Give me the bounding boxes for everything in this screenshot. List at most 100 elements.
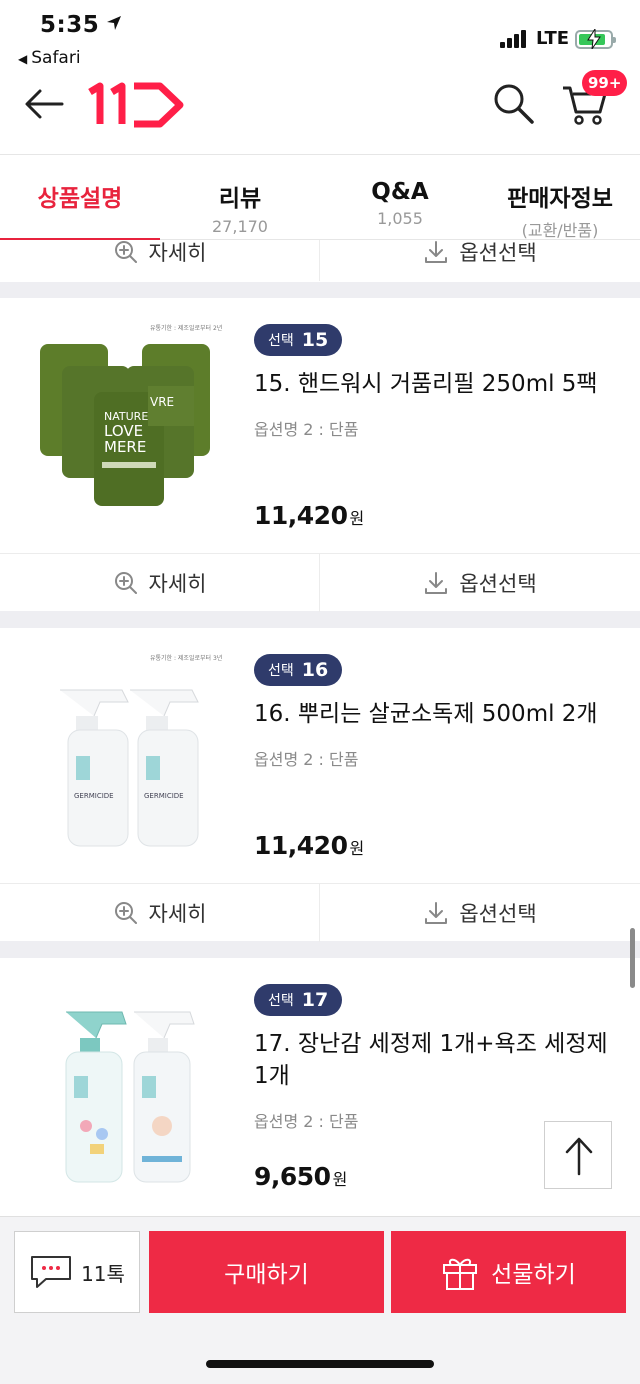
price-value: 9,650: [254, 1162, 331, 1191]
product-card[interactable]: 유통기한 : 제조일로부터 2년 NATURE LOVE MERE VRE 선택…: [0, 298, 640, 553]
price-value: 11,420: [254, 831, 348, 860]
option-list[interactable]: 자세히 옵션선택 유통기한 : 제조일로부터 2년 NATURE LOVE ME…: [0, 240, 640, 1216]
detail-label: 자세히: [148, 902, 207, 926]
tab-label: 판매자정보: [507, 186, 613, 212]
option-badge: 선택 17: [254, 984, 343, 1016]
product-option: 옵션명 2 : 단품: [254, 750, 359, 769]
tab-review[interactable]: 리뷰 27,170: [160, 155, 320, 241]
badge-number: 16: [301, 659, 329, 681]
svg-text:GERMICIDE: GERMICIDE: [74, 792, 114, 800]
cleaner-bottle-illustration: [65, 1011, 195, 1183]
battery-icon: [575, 29, 616, 49]
scroll-to-top-button[interactable]: [544, 1121, 612, 1189]
badge-number: 15: [301, 329, 329, 351]
tab-seller-info[interactable]: 판매자정보 (교환/반품): [480, 155, 640, 241]
app-header: 99+: [0, 70, 640, 154]
11st-logo[interactable]: [88, 80, 188, 128]
download-icon: [425, 241, 448, 263]
back-app-label: Safari: [31, 48, 81, 68]
svg-text:VRE: VRE: [150, 395, 174, 409]
product-detail-screen: 5:35 ◀ Safari LTE 99+ 상품설명 리뷰 27,170 Q&A…: [0, 0, 640, 1384]
option-select-button[interactable]: 옵션선택: [320, 240, 640, 281]
buy-label: 구매하기: [224, 1262, 309, 1288]
detail-button[interactable]: 자세히: [0, 240, 320, 281]
clock: 5:35: [40, 12, 100, 38]
option-badge: 선택 16: [254, 654, 343, 686]
back-triangle-icon: ◀: [18, 52, 28, 66]
svg-text:유통기한 : 제조일로부터 3년: 유통기한 : 제조일로부터 3년: [150, 654, 222, 662]
product-price: 11,420 원: [254, 831, 364, 860]
price-unit: 원: [349, 839, 364, 858]
option-select-label: 옵션선택: [459, 902, 537, 926]
talk-button[interactable]: 11톡: [14, 1231, 140, 1313]
zoom-in-icon: [114, 241, 137, 263]
back-to-safari[interactable]: ◀ Safari: [18, 48, 81, 68]
action-row: 자세히 옵션선택: [0, 553, 640, 612]
tab-qna[interactable]: Q&A 1,055: [320, 155, 480, 241]
product-price: 9,650 원: [254, 1162, 347, 1191]
option-select-button[interactable]: 옵션선택: [320, 554, 640, 612]
tab-label: Q&A: [371, 179, 429, 205]
detail-button[interactable]: 자세히: [0, 884, 320, 942]
gift-label: 선물하기: [491, 1262, 576, 1288]
product-option: 옵션명 2 : 단품: [254, 1112, 359, 1131]
download-icon: [425, 902, 448, 924]
option-select-button[interactable]: 옵션선택: [320, 884, 640, 942]
product-title: 16. 뿌리는 살균소독제 500ml 2개: [254, 701, 598, 727]
option-select-label: 옵션선택: [459, 572, 537, 596]
action-row: 자세히 옵션선택: [0, 883, 640, 942]
detail-label: 자세히: [148, 572, 207, 596]
home-indicator[interactable]: [206, 1360, 434, 1368]
detail-tabs: 상품설명 리뷰 27,170 Q&A 1,055 판매자정보 (교환/반품): [0, 154, 640, 242]
arrow-up-icon: [565, 1137, 593, 1176]
svg-text:GERMICIDE: GERMICIDE: [144, 792, 184, 800]
product-price: 11,420 원: [254, 501, 364, 530]
search-icon[interactable]: [490, 80, 536, 126]
gift-button[interactable]: 선물하기: [391, 1231, 626, 1313]
svg-text:유통기한 : 제조일로부터 2년: 유통기한 : 제조일로부터 2년: [150, 324, 222, 332]
product-image-refill-pouches: 유통기한 : 제조일로부터 2년 NATURE LOVE MERE VRE: [30, 316, 230, 526]
detail-button[interactable]: 자세히: [0, 554, 320, 612]
talk-label: 11톡: [81, 1261, 125, 1286]
qna-count: 1,055: [377, 209, 423, 228]
detail-label: 자세히: [148, 241, 207, 265]
action-row: 자세히 옵션선택: [0, 240, 640, 282]
option-badge: 선택 15: [254, 324, 343, 356]
product-option: 옵션명 2 : 단품: [254, 420, 359, 439]
signal-icon: [500, 30, 528, 48]
download-icon: [425, 572, 448, 594]
cart-count-badge: 99+: [582, 70, 628, 96]
tab-label: 상품설명: [37, 186, 123, 212]
price-value: 11,420: [254, 501, 348, 530]
product-image-cleaner-bottles: [30, 976, 230, 1186]
tab-description[interactable]: 상품설명: [0, 155, 160, 242]
network-label: LTE: [536, 28, 570, 49]
back-arrow-icon[interactable]: [22, 84, 66, 124]
refill-pouch-illustration: 유통기한 : 제조일로부터 2년 NATURE LOVE MERE VRE: [40, 324, 222, 506]
badge-word: 선택: [268, 993, 294, 1009]
spray-bottle-illustration: 유통기한 : 제조일로부터 3년 GERMICIDE GERMICIDE: [60, 654, 222, 847]
tab-label: 리뷰: [218, 186, 262, 212]
scrollbar[interactable]: [630, 928, 635, 988]
seller-info-sub: (교환/반품): [521, 221, 599, 240]
location-arrow-icon: [107, 16, 121, 30]
status-bar: 5:35 ◀ Safari LTE: [0, 0, 640, 74]
zoom-in-icon: [114, 902, 137, 924]
badge-word: 선택: [268, 333, 294, 349]
product-card[interactable]: 유통기한 : 제조일로부터 3년 GERMICIDE GERMICIDE 선택 …: [0, 628, 640, 883]
product-title: 17. 장난감 세정제 1개+욕조 세정제 1개: [254, 1031, 608, 1089]
svg-text:MERE: MERE: [104, 438, 146, 456]
price-unit: 원: [349, 509, 364, 528]
zoom-in-icon: [114, 572, 137, 594]
product-title: 15. 핸드워시 거품리필 250ml 5팩: [254, 371, 598, 397]
chat-bubble-icon: [31, 1256, 72, 1288]
gift-icon: [443, 1258, 478, 1290]
review-count: 27,170: [212, 217, 268, 236]
badge-word: 선택: [268, 663, 294, 679]
price-unit: 원: [332, 1170, 348, 1189]
bottom-action-bar: 11톡 구매하기 선물하기: [0, 1216, 640, 1384]
product-image-spray-bottles: 유통기한 : 제조일로부터 3년 GERMICIDE GERMICIDE: [30, 646, 230, 856]
option-select-label: 옵션선택: [459, 241, 537, 265]
buy-button[interactable]: 구매하기: [149, 1231, 384, 1313]
badge-number: 17: [301, 989, 329, 1011]
